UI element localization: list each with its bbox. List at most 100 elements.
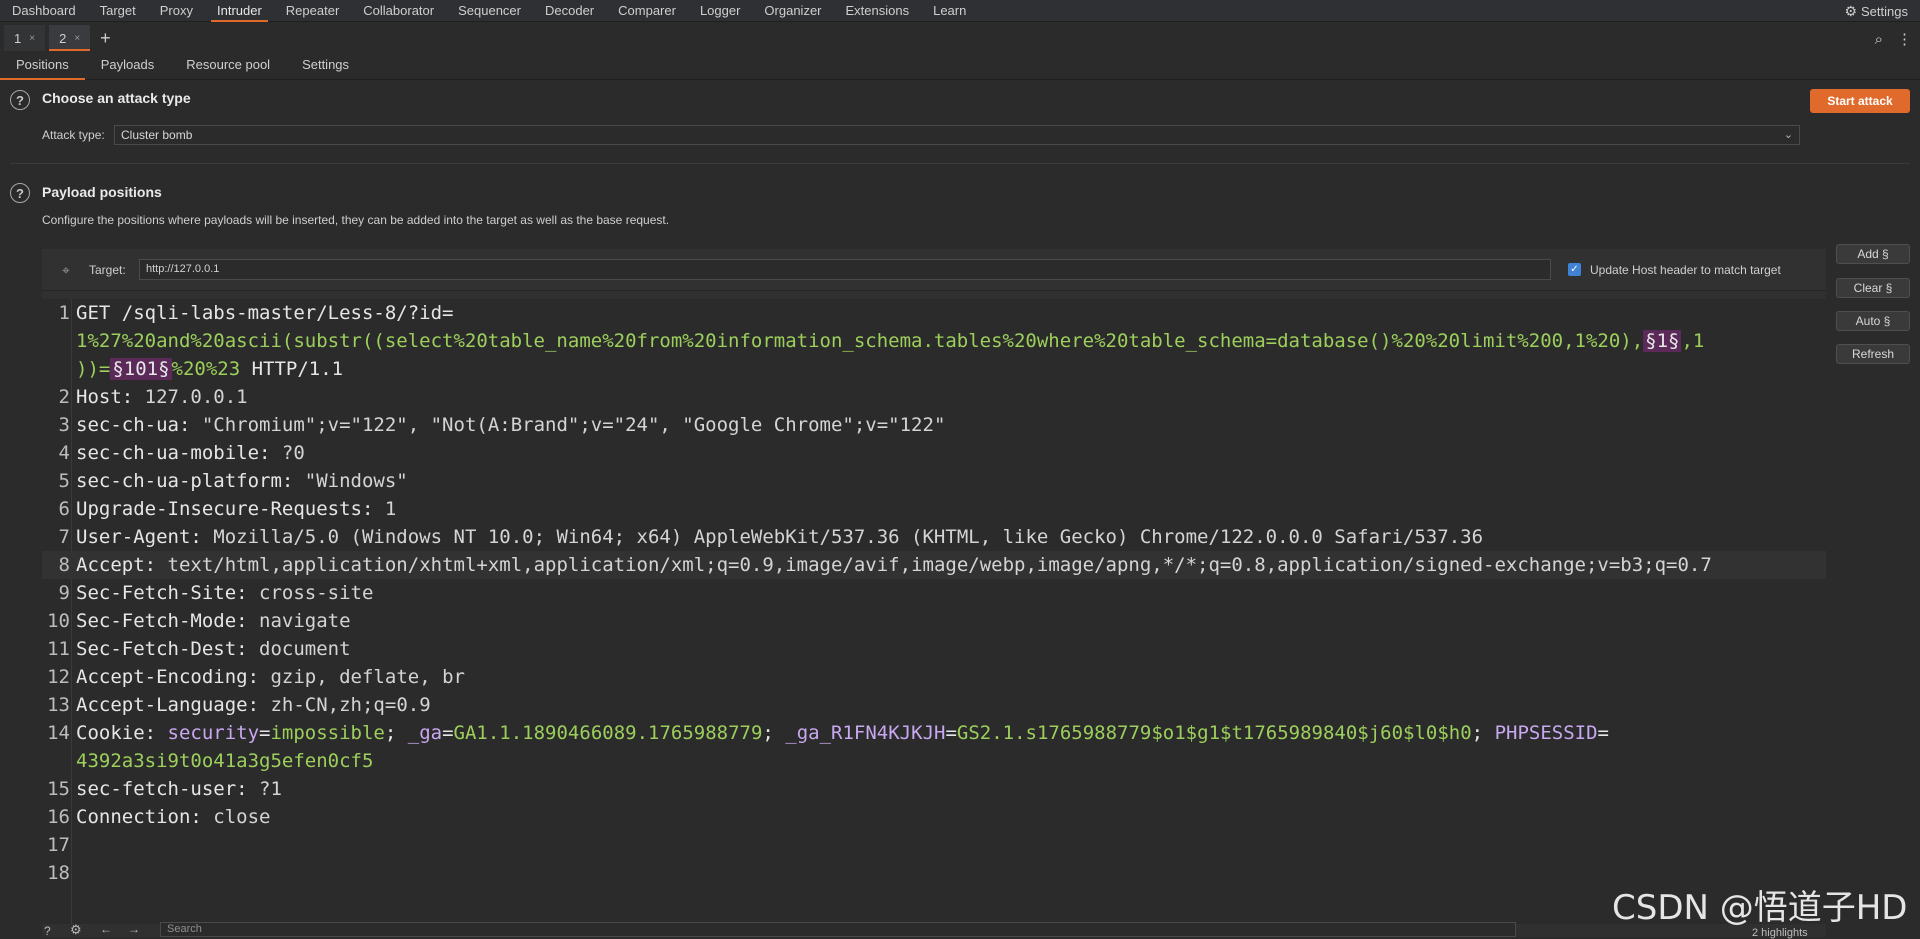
clear-marker-button[interactable]: Clear §: [1836, 278, 1910, 298]
line-text: GET /sqli-labs-master/Less-8/?id=: [76, 299, 454, 327]
line-text: Host: 127.0.0.1: [76, 383, 248, 411]
request-line-text: HTTP/1.1: [240, 358, 344, 380]
settings-link[interactable]: ⚙ Settings: [1844, 0, 1908, 22]
instance-tab-2[interactable]: 2 ×: [49, 25, 91, 51]
line-text: Sec-Fetch-Mode: navigate: [76, 607, 351, 635]
line-number: 12: [47, 666, 70, 688]
help-icon[interactable]: ?: [10, 183, 30, 203]
more-options-icon[interactable]: ⋮: [1897, 30, 1912, 48]
close-icon[interactable]: ×: [74, 33, 80, 44]
instance-tab-1[interactable]: 1 ×: [4, 25, 46, 51]
nav-organizer[interactable]: Organizer: [752, 0, 833, 22]
tab-payloads[interactable]: Payloads: [85, 53, 170, 79]
search-input[interactable]: Search: [160, 922, 1516, 937]
line-number: 3: [58, 414, 70, 436]
nav-logger[interactable]: Logger: [688, 0, 752, 22]
line-number: 10: [47, 610, 70, 632]
start-attack-button[interactable]: Start attack: [1810, 89, 1910, 113]
line-text: sec-ch-ua: "Chromium";v="122", "Not(A:Br…: [76, 411, 945, 439]
code-line: 1%27%20and%20ascii(substr((select%20tabl…: [42, 327, 1826, 355]
header-colon: :: [247, 666, 271, 688]
target-row: ⌖ Target: http://127.0.0.1 ✓ Update Host…: [42, 249, 1826, 291]
update-host-checkbox[interactable]: ✓: [1568, 263, 1581, 276]
header-name: sec-ch-ua-platform: [76, 470, 282, 492]
header-colon: :: [247, 694, 271, 716]
back-arrow-icon[interactable]: ←: [100, 922, 112, 936]
add-marker-button[interactable]: Add §: [1836, 244, 1910, 264]
code-line: 13 Accept-Language: zh-CN,zh;q=0.9: [42, 691, 1826, 719]
nav-proxy[interactable]: Proxy: [148, 0, 205, 22]
header-colon: :: [190, 806, 214, 828]
line-text: Accept-Language: zh-CN,zh;q=0.9: [76, 691, 431, 719]
code-line: 7 User-Agent: Mozilla/5.0 (Windows NT 10.…: [42, 523, 1826, 551]
code-line: 4 sec-ch-ua-mobile: ?0: [42, 439, 1826, 467]
cookie-part: =: [1597, 722, 1609, 744]
cookie-part: impossible: [270, 722, 385, 744]
header-colon: :: [121, 386, 145, 408]
close-icon[interactable]: ×: [29, 33, 35, 44]
right-tools: ⌕ ⋮: [1875, 30, 1912, 49]
code-line: 10 Sec-Fetch-Mode: navigate: [42, 607, 1826, 635]
nav-dashboard[interactable]: Dashboard: [0, 0, 88, 22]
help-icon[interactable]: ?: [44, 924, 51, 938]
nav-learn[interactable]: Learn: [921, 0, 978, 22]
line-number: 18: [47, 862, 70, 884]
header-name: Sec-Fetch-Mode: [76, 610, 237, 632]
header-value: "Windows": [304, 470, 408, 492]
section-tabs: Positions Payloads Resource pool Settings: [0, 54, 1920, 80]
line-text: Cookie: security=impossible; _ga=GA1.1.1…: [76, 719, 1609, 747]
nav-sequencer[interactable]: Sequencer: [446, 0, 533, 22]
payload-section-title: Payload positions: [42, 184, 162, 200]
header-name: Host: [76, 386, 122, 408]
header-name: Sec-Fetch-Site: [76, 582, 237, 604]
settings-label: Settings: [1861, 3, 1908, 19]
help-icon[interactable]: ?: [10, 90, 30, 110]
header-value: zh-CN,zh;q=0.9: [270, 694, 431, 716]
request-editor[interactable]: 1 GET /sqli-labs-master/Less-8/?id= 1%27%2…: [42, 299, 1826, 924]
instance-tab-label: 2: [59, 30, 67, 46]
attack-type-select[interactable]: Cluster bomb ⌄: [114, 125, 1800, 145]
cookie-part: security: [167, 722, 260, 744]
header-name: sec-ch-ua: [76, 414, 179, 436]
nav-decoder[interactable]: Decoder: [533, 0, 606, 22]
tab-settings[interactable]: Settings: [286, 53, 365, 79]
line-text: sec-ch-ua-platform: "Windows": [76, 467, 408, 495]
header-colon: :: [236, 638, 260, 660]
code-line: 5 sec-ch-ua-platform: "Windows": [42, 467, 1826, 495]
nav-collaborator[interactable]: Collaborator: [351, 0, 446, 22]
header-name: Upgrade-Insecure-Requests: [76, 498, 362, 520]
param-value: ))=: [76, 358, 111, 380]
tab-positions[interactable]: Positions: [0, 53, 85, 80]
header-colon: :: [178, 414, 202, 436]
chevron-down-icon: ⌄: [1783, 129, 1793, 141]
header-value: 1: [384, 498, 397, 520]
gear-icon: ⚙: [1844, 2, 1858, 19]
add-tab-button[interactable]: +: [100, 28, 111, 49]
line-number: 4: [58, 442, 70, 464]
target-input[interactable]: http://127.0.0.1: [139, 259, 1551, 280]
nav-target[interactable]: Target: [88, 0, 148, 22]
param-value: ,1: [1681, 330, 1705, 352]
cookie-part: PHPSESSID: [1494, 722, 1598, 744]
search-icon[interactable]: ⌕: [1875, 31, 1883, 48]
tab-resource-pool[interactable]: Resource pool: [170, 53, 286, 79]
nav-repeater[interactable]: Repeater: [274, 0, 351, 22]
auto-marker-button[interactable]: Auto §: [1836, 311, 1910, 331]
nav-extensions[interactable]: Extensions: [834, 0, 922, 22]
header-colon: :: [361, 498, 385, 520]
refresh-button[interactable]: Refresh: [1836, 344, 1910, 364]
code-line: 12 Accept-Encoding: gzip, deflate, br: [42, 663, 1826, 691]
nav-intruder[interactable]: Intruder: [205, 0, 274, 22]
line-number: 14: [47, 722, 70, 744]
update-host-label: Update Host header to match target: [1590, 263, 1781, 277]
header-name: Connection: [76, 806, 191, 828]
header-value: 127.0.0.1: [144, 386, 248, 408]
payload-marker[interactable]: §101§: [110, 358, 172, 380]
header-colon: :: [281, 470, 305, 492]
forward-arrow-icon[interactable]: →: [128, 922, 140, 936]
header-value: document: [259, 638, 351, 660]
payload-marker[interactable]: §1§: [1643, 330, 1682, 352]
nav-comparer[interactable]: Comparer: [606, 0, 688, 22]
header-value: close: [213, 806, 271, 828]
gear-icon[interactable]: ⚙: [70, 922, 82, 938]
